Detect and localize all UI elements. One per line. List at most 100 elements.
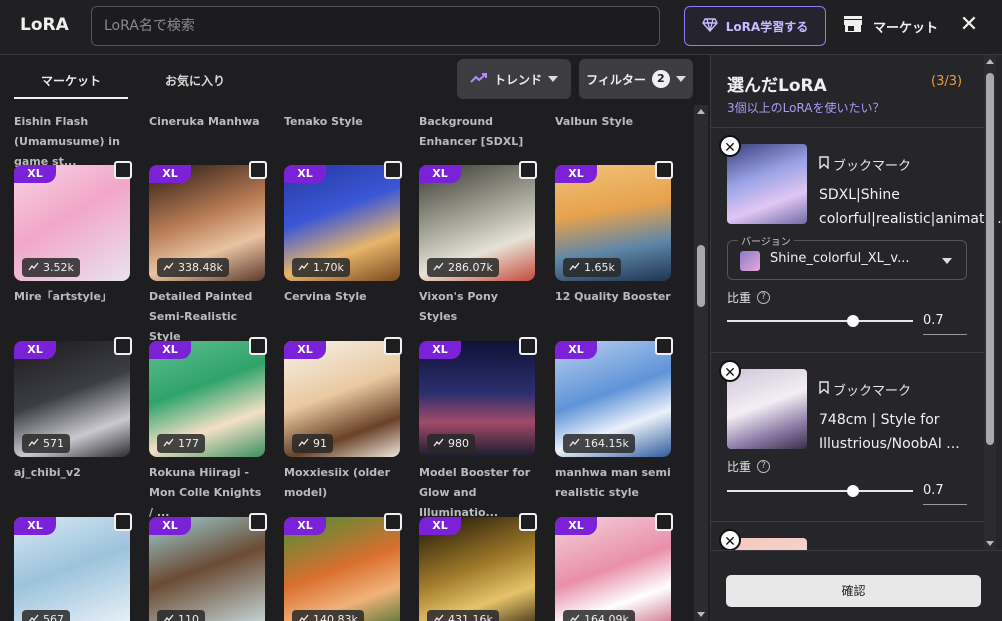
trend-icon	[28, 434, 39, 453]
help-icon[interactable]: ?	[757, 291, 771, 304]
card-title[interactable]: Background Enhancer [SDXL]	[419, 112, 549, 152]
help-icon[interactable]: ?	[757, 460, 771, 473]
remove-icon[interactable]: ✕	[719, 529, 741, 550]
select-checkbox[interactable]	[249, 337, 267, 355]
select-checkbox[interactable]	[384, 513, 402, 531]
select-checkbox[interactable]	[519, 161, 537, 179]
usage-count: 164.09k	[563, 610, 635, 621]
card-title[interactable]: Cervina Style	[284, 287, 402, 307]
select-checkbox[interactable]	[114, 513, 132, 531]
chevron-down-icon	[548, 76, 558, 82]
usage-count: 3.52k	[22, 258, 80, 277]
more-lora-link[interactable]: 3個以上のLoRAを使いたい？	[727, 99, 885, 116]
filter-button[interactable]: フィルター 2	[579, 59, 693, 99]
lora-name: SDXL|Shine colorful|realistic|animati...	[819, 187, 1002, 227]
weight-value[interactable]: 0.7	[923, 483, 967, 505]
card-title[interactable]: Cineruka Manhwa	[149, 112, 279, 132]
version-value: Shine_colorful_XL_v...	[770, 251, 910, 266]
search-box[interactable]	[91, 6, 660, 46]
remove-icon[interactable]: ✕	[719, 360, 741, 382]
bookmark-icon	[819, 381, 829, 398]
select-checkbox[interactable]	[114, 161, 132, 179]
scroll-up-icon[interactable]	[697, 109, 705, 114]
trend-icon	[28, 258, 39, 277]
select-checkbox[interactable]	[655, 337, 673, 355]
xl-badge: XL	[149, 165, 191, 183]
remove-icon[interactable]: ✕	[719, 135, 741, 157]
trend-icon	[433, 258, 444, 277]
market-label: マーケット	[873, 20, 939, 36]
scroll-up-icon[interactable]	[986, 59, 994, 64]
select-checkbox[interactable]	[114, 337, 132, 355]
xl-badge: XL	[149, 341, 191, 359]
bookmark-button[interactable]: ブックマーク	[819, 380, 911, 399]
card-title[interactable]: Moxxiesiix (older model)	[284, 463, 402, 503]
usage-count: 110	[157, 610, 205, 621]
xl-badge: XL	[284, 165, 326, 183]
card-title[interactable]: Tenako Style	[284, 112, 414, 132]
lora-name: 748cm | Style for Illustrious/NoobAI ...	[819, 412, 960, 452]
market-button[interactable]: マーケット	[843, 10, 938, 42]
select-checkbox[interactable]	[655, 161, 673, 179]
grid-scrollbar[interactable]	[694, 105, 708, 621]
trend-icon	[298, 610, 309, 621]
select-checkbox[interactable]	[655, 513, 673, 531]
bookmark-button[interactable]: ブックマーク	[819, 155, 911, 174]
weight-slider-knob[interactable]	[847, 485, 860, 497]
confirm-button[interactable]: 確認	[726, 575, 981, 607]
tab-favorites[interactable]: お気に入り	[150, 72, 240, 89]
card-title[interactable]: 12 Quality Booster	[555, 287, 673, 307]
scrollbar-thumb[interactable]	[697, 245, 705, 307]
usage-count-value: 980	[448, 437, 469, 450]
tab-market[interactable]: マーケット	[14, 72, 128, 89]
card-title[interactable]: Vixon's Pony Styles	[419, 287, 537, 327]
select-checkbox[interactable]	[384, 161, 402, 179]
app-logo: LoRA	[20, 15, 69, 35]
divider	[711, 127, 987, 128]
panel-footer: 確認	[710, 550, 1002, 621]
card-title[interactable]: aj_chibi_v2	[14, 463, 132, 483]
usage-count: 1.70k	[292, 258, 350, 277]
weight-slider[interactable]	[727, 490, 913, 492]
version-label: バージョン	[738, 233, 794, 248]
trend-icon	[163, 434, 174, 453]
scroll-down-icon[interactable]	[986, 541, 994, 546]
trend-icon	[569, 610, 580, 621]
search-input[interactable]	[92, 7, 659, 45]
weight-slider-knob[interactable]	[847, 315, 860, 327]
scrollbar-thumb[interactable]	[986, 73, 994, 445]
xl-badge: XL	[419, 517, 461, 535]
sort-trend-button[interactable]: トレンド	[457, 59, 571, 99]
learn-lora-button[interactable]: LoRA学習する	[684, 6, 826, 46]
card-title[interactable]: Mire「artstyle」	[14, 287, 132, 307]
usage-count: 567	[22, 610, 70, 621]
learn-lora-label: LoRA学習する	[725, 19, 809, 34]
usage-count: 164.15k	[563, 434, 635, 453]
select-checkbox[interactable]	[384, 337, 402, 355]
xl-badge: XL	[284, 517, 326, 535]
panel-title: 選んだLoRA	[727, 76, 827, 96]
select-checkbox[interactable]	[519, 337, 537, 355]
weight-label-text: 比重	[727, 460, 752, 474]
version-select[interactable]: バージョン Shine_colorful_XL_v...	[727, 233, 967, 280]
usage-count: 91	[292, 434, 333, 453]
selected-lora-panel: 選んだLoRA (3/3) 3個以上のLoRAを使いたい？ ✕ ブックマーク S…	[710, 55, 1002, 621]
xl-badge: XL	[555, 165, 597, 183]
select-checkbox[interactable]	[519, 513, 537, 531]
close-icon[interactable]: ✕	[956, 12, 982, 38]
selected-count: (3/3)	[931, 74, 963, 89]
select-checkbox[interactable]	[249, 161, 267, 179]
xl-badge: XL	[419, 341, 461, 359]
weight-value[interactable]: 0.7	[923, 313, 967, 335]
scroll-down-icon[interactable]	[697, 612, 705, 617]
xl-badge: XL	[284, 341, 326, 359]
weight-slider[interactable]	[727, 320, 913, 322]
card-title[interactable]: manhwa man semi realistic style	[555, 463, 673, 503]
select-checkbox[interactable]	[249, 513, 267, 531]
usage-count-value: 1.65k	[584, 261, 615, 274]
trend-icon	[298, 258, 309, 277]
header: LoRA LoRA学習する マーケット ✕	[0, 0, 1002, 55]
card-title[interactable]: Valbun Style	[555, 112, 685, 132]
panel-scrollbar[interactable]	[984, 55, 996, 550]
usage-count: 286.07k	[427, 258, 499, 277]
